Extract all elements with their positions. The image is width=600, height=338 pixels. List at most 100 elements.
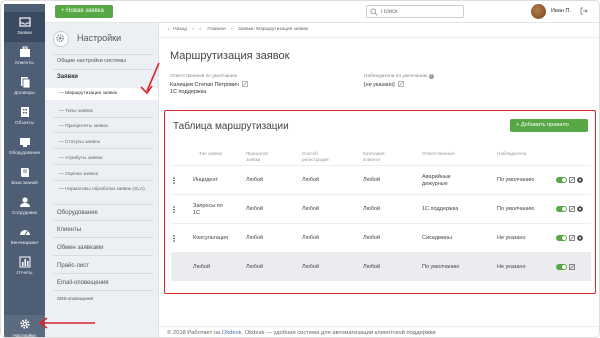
table-row[interactable]: Консультация Любой Любой Любой Сисадмины… <box>171 223 591 252</box>
rail-label: Оборудование <box>8 150 41 155</box>
divider <box>53 132 153 133</box>
delete-icon[interactable] <box>577 177 583 183</box>
table-cell: Не указано <box>497 235 526 242</box>
table-cell: Любой <box>246 235 264 242</box>
table-cell: Любой <box>302 235 320 242</box>
edit-icon[interactable] <box>398 81 404 87</box>
edit-icon[interactable] <box>569 235 575 241</box>
footer-brand-link[interactable]: Okdesk <box>222 330 242 336</box>
subnav-item-general[interactable]: Общие настройки системы <box>45 58 158 64</box>
column-header: Категория клиента <box>363 151 385 162</box>
subnav-item-email[interactable]: Email-оповещения <box>45 280 158 286</box>
add-rule-button[interactable]: + Добавить правило <box>510 119 588 132</box>
subnav-item-attributes[interactable]: — Атрибуты заявок <box>45 156 158 161</box>
subnav-item-ratings[interactable]: — Оценка заявок <box>45 172 158 177</box>
rail-label: Отчеты <box>16 270 33 275</box>
table-cell: По умолчанию <box>422 264 460 271</box>
default-assignee-label: Ответственный по умолчанию <box>170 74 238 79</box>
subnav-item-ticket-types[interactable]: — Типы заявок <box>45 109 158 114</box>
new-ticket-button[interactable]: + Новая заявка <box>55 5 113 18</box>
default-assignee-name: Калищев Степан Петрович <box>170 81 249 88</box>
drag-handle-icon[interactable] <box>173 206 175 213</box>
rail-item-knowledge-base[interactable]: База знаний <box>4 162 45 192</box>
drag-handle-icon[interactable] <box>173 235 175 242</box>
subnav-item-priorities[interactable]: — Приоритеты заявок <box>45 124 158 129</box>
table-row[interactable]: Запросы по 1С Любой Любой Любой 1С подде… <box>171 194 591 223</box>
subnav-item-exchange[interactable]: Обмен заявками <box>45 245 158 251</box>
edit-icon[interactable] <box>242 81 249 87</box>
rail-item-equipment[interactable]: Оборудование <box>4 132 45 162</box>
subnav-item-pricelist[interactable]: Прайс-лист <box>45 263 158 269</box>
routing-table-panel: Таблица маршрутизации + Добавить правило… <box>164 110 596 294</box>
rail-label: Настройки <box>13 333 36 338</box>
table-cell: Консультация <box>193 235 229 242</box>
benchmark-icon <box>19 230 30 236</box>
rail-item-tickets[interactable]: Заявки <box>4 12 45 42</box>
table-row-default[interactable]: Любой Любой Любой Любой По умолчанию Не … <box>171 252 591 281</box>
column-header: Наблюдатели <box>497 151 527 156</box>
rail-item-settings[interactable]: Настройки <box>4 315 45 338</box>
contracts-icon <box>20 77 30 88</box>
rule-toggle[interactable] <box>556 235 567 241</box>
rule-toggle[interactable] <box>556 177 567 183</box>
divider <box>53 255 153 256</box>
subnav-item-tickets[interactable]: Заявки <box>45 74 158 80</box>
column-header: Тип заявок <box>199 151 223 156</box>
table-row[interactable]: Инцидент Любой Любой Любой Аварийные деж… <box>171 165 591 194</box>
equipment-icon <box>19 138 30 147</box>
objects-icon <box>20 107 29 117</box>
table-cell: По умолчанию <box>497 177 535 184</box>
logout-icon[interactable] <box>580 7 588 15</box>
subnav-item-clients[interactable]: Клиенты <box>45 227 158 233</box>
table-cell: Любой <box>246 177 264 184</box>
rail-item-benchmark[interactable]: Бенчмаркинг <box>4 222 45 252</box>
rail-label: Договоры <box>14 90 35 95</box>
back-link[interactable]: ← Назад <box>167 27 187 32</box>
rail-label: Клиенты <box>15 60 34 65</box>
divider <box>53 69 153 70</box>
gear-icon <box>19 319 30 329</box>
footer-text: Работает на <box>187 330 221 336</box>
subnav-item-sla[interactable]: — Нормативы обработки заявок (SLA) <box>45 187 145 193</box>
delete-icon[interactable] <box>577 206 583 212</box>
drag-handle-icon[interactable] <box>173 177 175 184</box>
help-icon[interactable]: ? <box>428 74 434 79</box>
routing-table-title: Таблица маршрутизации <box>173 121 289 132</box>
rule-toggle[interactable] <box>556 206 567 212</box>
rail-item-reports[interactable]: Отчеты <box>4 252 45 282</box>
employees-icon <box>19 197 30 207</box>
app-window: Заявки Клиенты Договоры Объекты Оборудов… <box>0 0 600 338</box>
rule-toggle[interactable] <box>556 264 567 270</box>
row-actions <box>556 205 583 213</box>
default-watchers-label: Наблюдатели по умолчанию ? <box>364 74 434 79</box>
subnav-item-sms[interactable]: SMS-оповещения <box>45 296 158 301</box>
divider <box>53 204 153 205</box>
breadcrumb-separator: › <box>192 27 194 32</box>
rail-label: Бенчмаркинг <box>10 240 39 245</box>
subnav-item-equipment[interactable]: Оборудование <box>45 210 158 216</box>
avatar[interactable] <box>531 4 546 19</box>
edit-icon[interactable] <box>569 206 575 212</box>
rail-item-clients[interactable]: Клиенты <box>4 42 45 72</box>
table-cell: По умолчанию <box>497 206 535 213</box>
home-link[interactable]: Главная <box>207 27 225 32</box>
rail-item-contracts[interactable]: Договоры <box>4 72 45 102</box>
column-header: Ответственный <box>422 151 455 156</box>
settings-sidebar: Настройки Общие настройки системы Заявки… <box>45 23 159 337</box>
search-input[interactable] <box>381 7 461 17</box>
edit-icon[interactable] <box>569 264 575 270</box>
default-assignee-group: 1С поддержка <box>170 89 207 95</box>
search-box[interactable] <box>366 5 464 18</box>
footer: © 2018 Работает на Okdesk. Okdesk — удоб… <box>159 326 599 337</box>
rail-label: База знаний <box>11 180 38 185</box>
subnav-item-routing[interactable]: — Маршрутизация заявок <box>45 88 158 100</box>
rail-item-objects[interactable]: Объекты <box>4 102 45 132</box>
subnav-item-statuses[interactable]: — Статусы заявок <box>45 140 158 145</box>
delete-icon[interactable] <box>577 235 583 241</box>
table-cell: Любой <box>302 264 320 271</box>
rail-label: Заявки <box>17 30 32 35</box>
user-name[interactable]: Иван П. <box>551 8 571 14</box>
divider <box>53 54 153 55</box>
rail-item-employees[interactable]: Сотрудники <box>4 192 45 222</box>
edit-icon[interactable] <box>569 177 575 183</box>
